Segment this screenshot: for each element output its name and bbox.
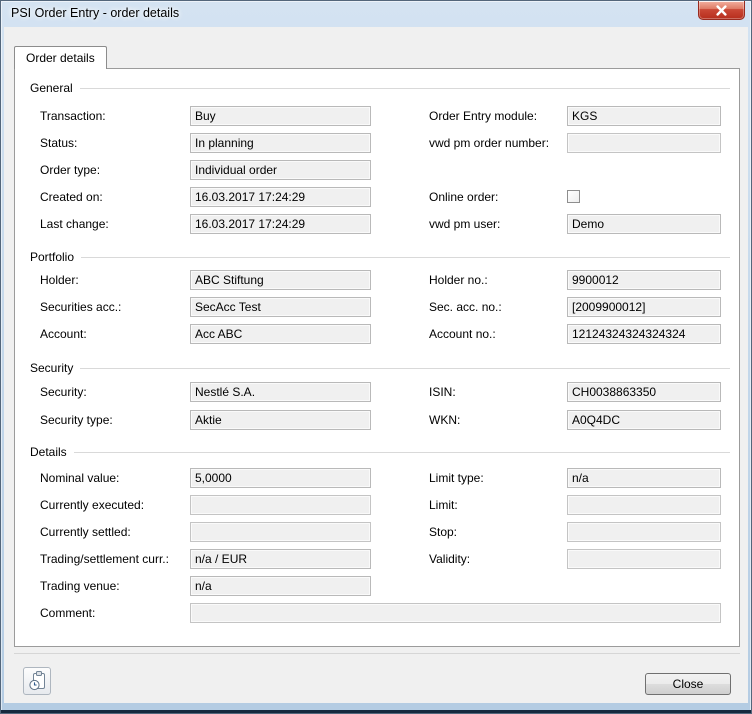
label-validity: Validity: (429, 549, 470, 569)
label-stop: Stop: (429, 522, 457, 542)
value-currently-executed (190, 495, 371, 515)
window-close-button[interactable] (698, 1, 745, 20)
value-comment (190, 603, 721, 623)
label-trading-settlement-curr: Trading/settlement curr.: (40, 549, 169, 569)
value-limit-type: n/a (567, 468, 721, 488)
value-account-no: 12124324324324324 (567, 324, 721, 344)
label-securities-acc: Securities acc.: (40, 297, 121, 317)
value-vwd-pm-user: Demo (567, 214, 721, 234)
value-validity (567, 549, 721, 569)
value-isin: CH0038863350 (567, 382, 721, 402)
value-stop (567, 522, 721, 542)
value-vwd-pm-order-number (567, 133, 721, 153)
dialog-body: Order details General Transaction: Buy S… (4, 27, 748, 703)
value-trading-settlement-curr: n/a / EUR (190, 549, 371, 569)
label-trading-venue: Trading venue: (40, 576, 120, 596)
label-isin: ISIN: (429, 382, 456, 402)
label-order-entry-module: Order Entry module: (429, 106, 537, 126)
section-header-security: Security (30, 360, 730, 375)
section-title: Details (30, 445, 67, 459)
order-details-panel: General Transaction: Buy Status: In plan… (14, 68, 740, 647)
label-holder: Holder: (40, 270, 79, 290)
label-vwd-pm-order-number: vwd pm order number: (429, 133, 549, 153)
section-header-details: Details (30, 444, 730, 459)
label-comment: Comment: (40, 603, 95, 623)
label-currently-executed: Currently executed: (40, 495, 144, 515)
section-header-general: General (30, 80, 730, 95)
value-security: Nestlé S.A. (190, 382, 371, 402)
label-security-type: Security type: (40, 410, 113, 430)
label-online-order: Online order: (429, 187, 498, 207)
section-header-portfolio: Portfolio (30, 249, 730, 264)
value-account: Acc ABC (190, 324, 371, 344)
value-order-type: Individual order (190, 160, 371, 180)
value-created-on: 16.03.2017 17:24:29 (190, 187, 371, 207)
dialog-window: PSI Order Entry - order details Order de… (0, 0, 752, 714)
label-account-no: Account no.: (429, 324, 496, 344)
label-sec-acc-no: Sec. acc. no.: (429, 297, 502, 317)
label-order-type: Order type: (40, 160, 100, 180)
footer-separator (14, 653, 740, 654)
label-limit: Limit: (429, 495, 458, 515)
close-icon (715, 5, 728, 16)
value-status: In planning (190, 133, 371, 153)
value-wkn: A0Q4DC (567, 410, 721, 430)
value-nominal-value: 5,0000 (190, 468, 371, 488)
label-transaction: Transaction: (40, 106, 106, 126)
titlebar[interactable]: PSI Order Entry - order details (1, 1, 751, 27)
label-nominal-value: Nominal value: (40, 468, 119, 488)
value-limit (567, 495, 721, 515)
value-sec-acc-no: [2009900012] (567, 297, 721, 317)
label-vwd-pm-user: vwd pm user: (429, 214, 500, 234)
value-holder: ABC Stiftung (190, 270, 371, 290)
label-wkn: WKN: (429, 410, 460, 430)
value-trading-venue: n/a (190, 576, 371, 596)
value-transaction: Buy (190, 106, 371, 126)
tab-order-details[interactable]: Order details (14, 46, 107, 69)
section-title: General (30, 81, 73, 95)
section-rule (80, 88, 730, 89)
label-currently-settled: Currently settled: (40, 522, 131, 542)
label-limit-type: Limit type: (429, 468, 484, 488)
label-account: Account: (40, 324, 87, 344)
label-status: Status: (40, 133, 77, 153)
value-order-entry-module: KGS (567, 106, 721, 126)
value-holder-no: 9900012 (567, 270, 721, 290)
section-rule (80, 368, 730, 369)
label-created-on: Created on: (40, 187, 103, 207)
section-rule (74, 452, 730, 453)
section-rule (81, 257, 730, 258)
history-button[interactable] (23, 667, 51, 695)
label-holder-no: Holder no.: (429, 270, 488, 290)
online-order-checkbox (567, 190, 580, 203)
window-title: PSI Order Entry - order details (11, 1, 179, 26)
value-last-change: 16.03.2017 17:24:29 (190, 214, 371, 234)
section-title: Security (30, 361, 73, 375)
section-title: Portfolio (30, 250, 74, 264)
label-last-change: Last change: (40, 214, 109, 234)
value-securities-acc: SecAcc Test (190, 297, 371, 317)
clipboard-clock-icon (27, 670, 48, 692)
value-security-type: Aktie (190, 410, 371, 430)
value-currently-settled (190, 522, 371, 542)
close-button[interactable]: Close (645, 673, 731, 695)
label-security: Security: (40, 382, 87, 402)
